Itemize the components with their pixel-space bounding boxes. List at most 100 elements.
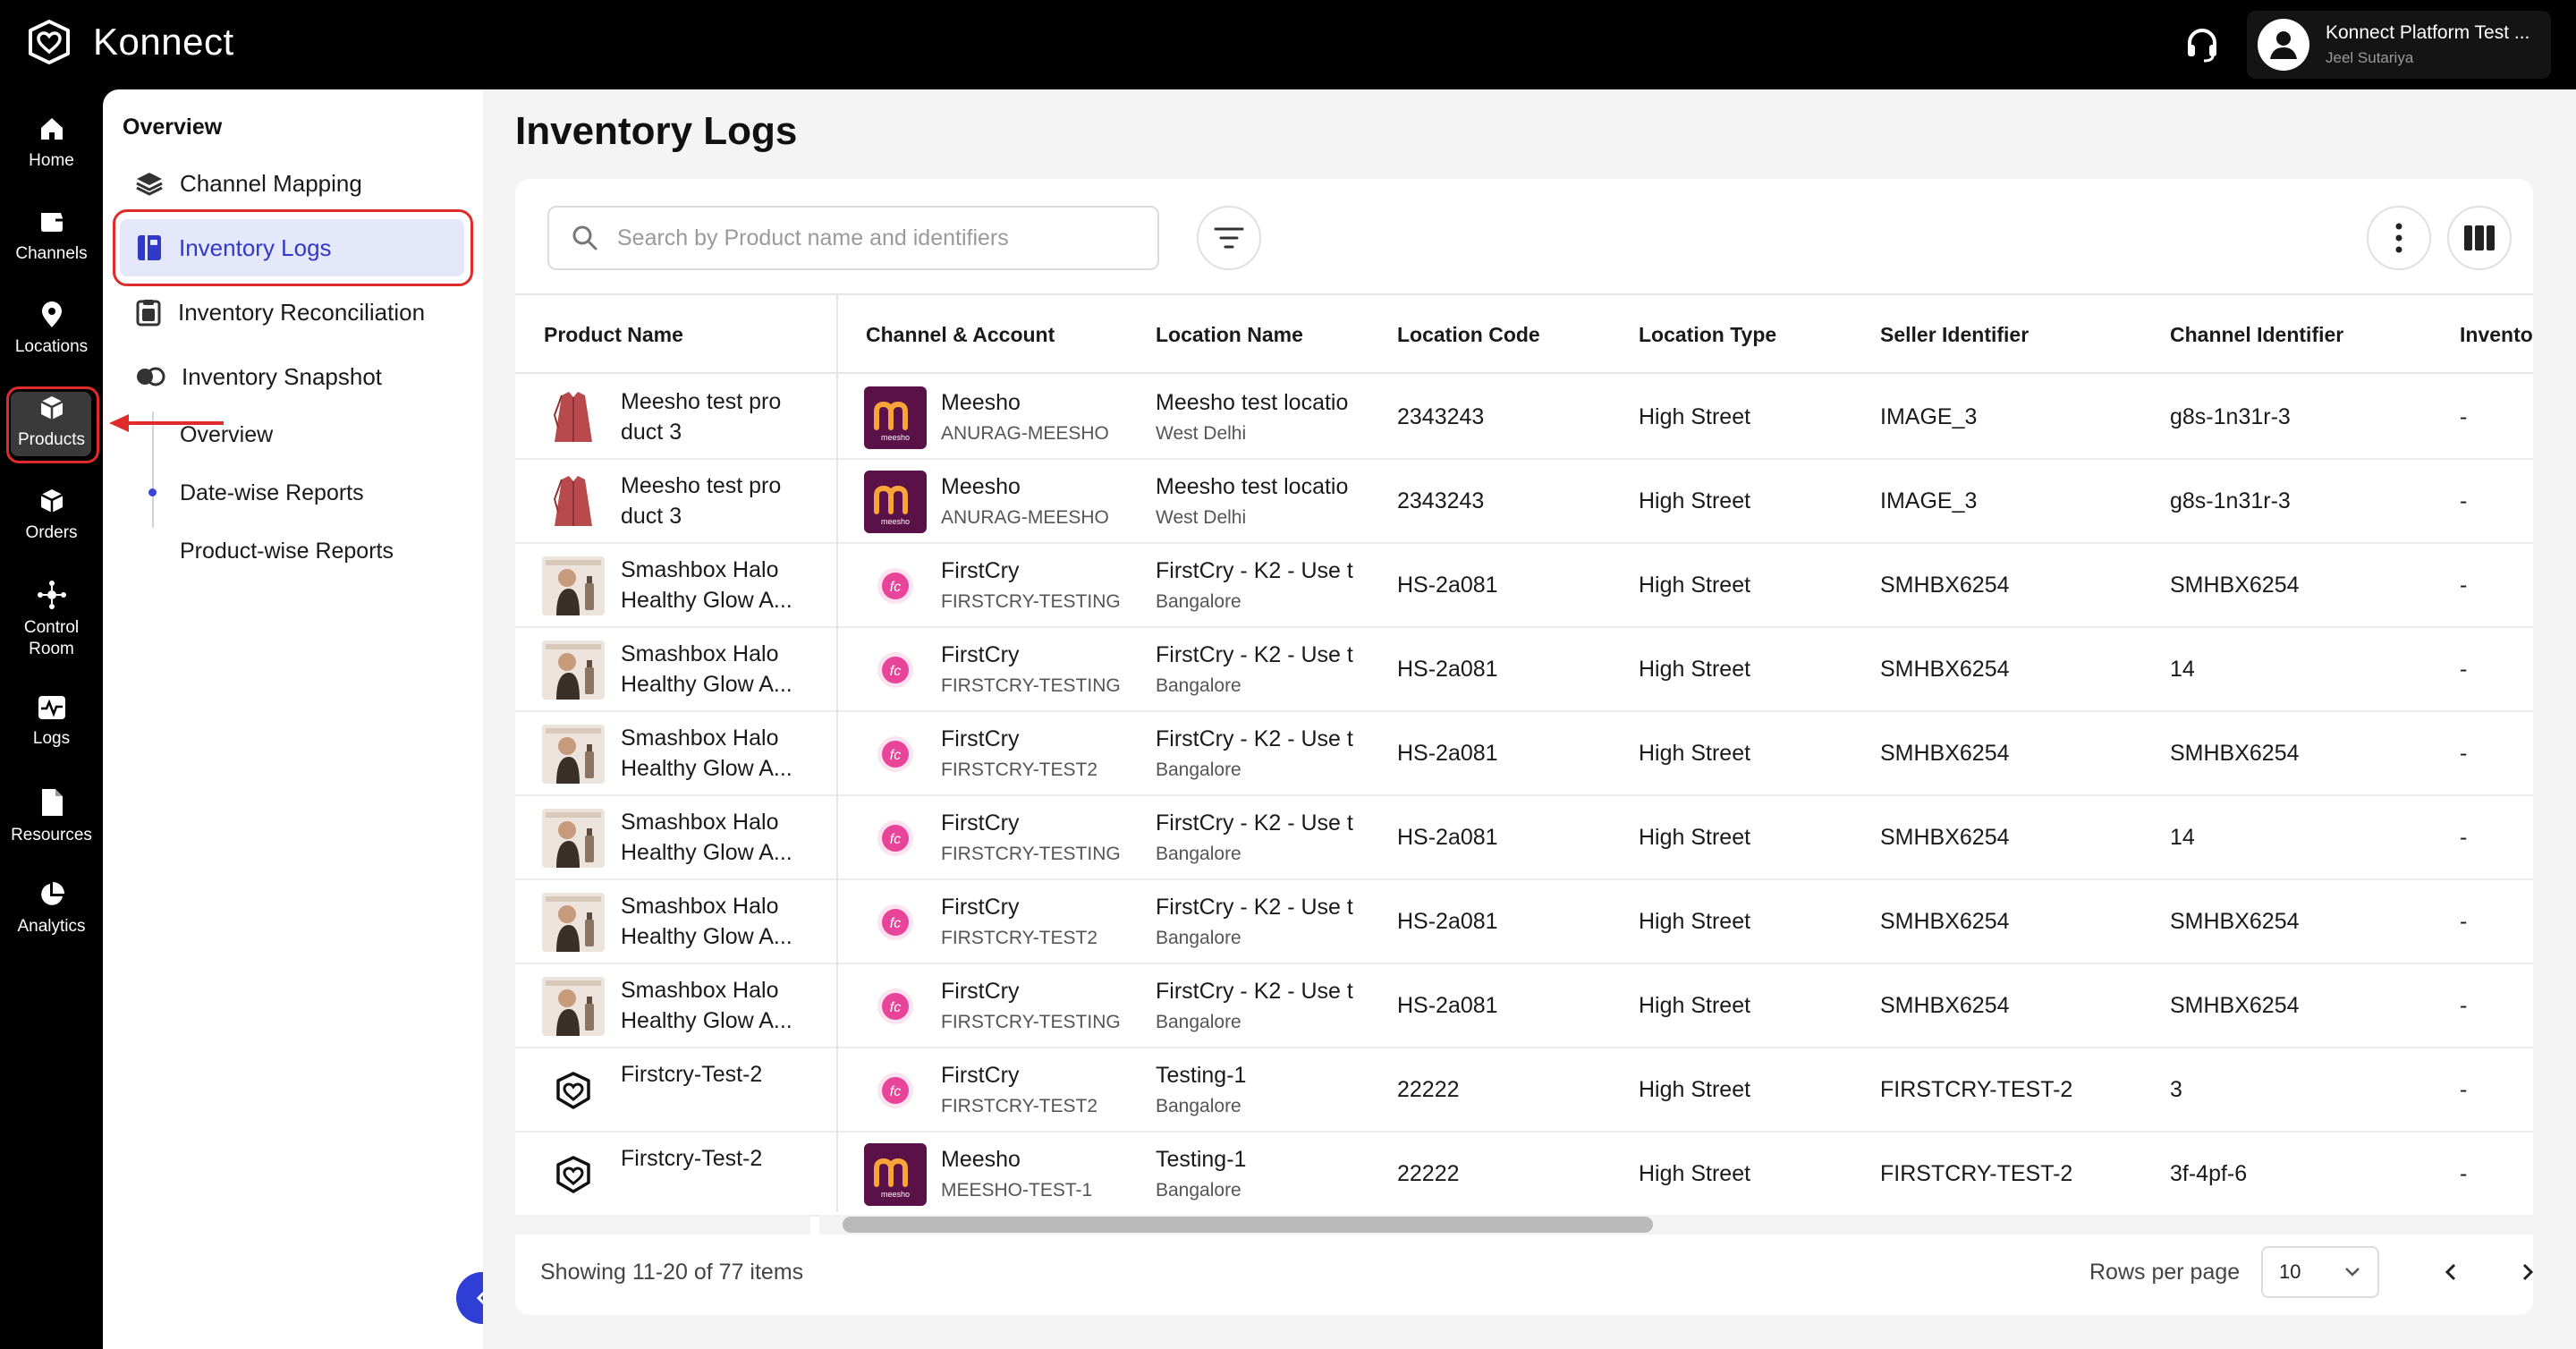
table-row[interactable]: Smashbox Halo Healthy Glow A... fc FirstCr… — [515, 628, 2533, 712]
layers-icon — [136, 173, 163, 196]
rail-item-locations[interactable]: Locations — [0, 301, 103, 358]
product-thumbnail — [542, 725, 605, 784]
sticky-column-divider — [836, 293, 838, 1212]
location-name: FirstCry - K2 - Use t — [1156, 726, 1353, 751]
rail-item-resources[interactable]: Resources — [0, 787, 103, 846]
table-row[interactable]: Firstcry-Test-2 fc FirstCry FIRSTCRY-TEST2 T… — [515, 1048, 2533, 1133]
column-header-location-name[interactable]: Location Name — [1156, 295, 1379, 374]
search-box[interactable] — [547, 206, 1159, 270]
rail-item-logs[interactable]: Logs — [0, 694, 103, 750]
main-content: Inventory Logs Product Name Channel & Ac… — [483, 89, 2576, 1349]
subnav-title: Overview — [123, 115, 223, 140]
product-name[interactable]: Firstcry-Test-2 — [621, 1143, 828, 1174]
product-thumbnail — [542, 809, 605, 868]
product-name[interactable]: Firstcry-Test-2 — [621, 1059, 828, 1090]
location-city: Bangalore — [1156, 1012, 1241, 1032]
rail-item-home[interactable]: Home — [0, 115, 103, 172]
column-header-product-name[interactable]: Product Name — [544, 295, 812, 374]
snapshot-icon — [137, 367, 165, 386]
search-input[interactable] — [617, 225, 1136, 251]
product-name[interactable]: Smashbox Halo Healthy Glow A... — [621, 975, 828, 1036]
inventory-logs-annotation-highlight — [113, 209, 473, 286]
account-name: FIRSTCRY-TESTING — [941, 1012, 1121, 1032]
account-name: FIRSTCRY-TESTING — [941, 591, 1121, 612]
subnav-item-inventory-reconciliation[interactable]: Inventory Reconciliation — [103, 284, 425, 341]
rows-per-page-value: 10 — [2279, 1260, 2301, 1283]
location-city: Bangalore — [1156, 928, 1241, 948]
columns-button[interactable] — [2447, 206, 2512, 270]
product-name[interactable]: Meesho test pro duct 3 — [621, 386, 828, 447]
rail-item-control-room[interactable]: Control Room — [0, 580, 103, 660]
inventory-value: - — [2460, 488, 2468, 513]
table-row[interactable]: Smashbox Halo Healthy Glow A... fc FirstCr… — [515, 880, 2533, 964]
rail-item-analytics[interactable]: Analytics — [0, 880, 103, 938]
table-row[interactable]: Smashbox Halo Healthy Glow A... fc FirstCr… — [515, 796, 2533, 880]
rows-per-page-label: Rows per page — [2089, 1260, 2241, 1285]
column-header-location-type[interactable]: Location Type — [1639, 295, 1862, 374]
location-pin-icon — [41, 301, 62, 327]
meesho-logo-icon: meesho — [864, 471, 927, 533]
table-row[interactable]: Smashbox Halo Healthy Glow A... fc FirstCr… — [515, 544, 2533, 628]
channel-name: FirstCry — [941, 726, 1020, 751]
next-page-button[interactable] — [2508, 1252, 2533, 1292]
channel-identifier: g8s-1n31r-3 — [2170, 488, 2291, 513]
rail-item-channels[interactable]: Channels — [0, 208, 103, 265]
firstcry-logo-icon: fc — [864, 639, 927, 701]
product-name[interactable]: Smashbox Halo Healthy Glow A... — [621, 639, 828, 700]
account-switcher[interactable]: Konnect Platform Test ... Jeel Sutariya — [2247, 11, 2551, 79]
subnav-item-inventory-snapshot[interactable]: Inventory Snapshot — [103, 348, 382, 405]
logs-icon — [38, 696, 65, 719]
table-row[interactable]: Smashbox Halo Healthy Glow A... fc FirstCr… — [515, 964, 2533, 1048]
control-room-icon — [37, 581, 66, 609]
location-type: High Street — [1639, 1160, 1751, 1186]
table-row[interactable]: Meesho test pro duct 3 meesho Meesho ANURAG… — [515, 460, 2533, 544]
inventory-value: - — [2460, 403, 2468, 429]
product-name[interactable]: Meesho test pro duct 3 — [621, 471, 828, 531]
horizontal-scrollbar-thumb[interactable] — [843, 1217, 1653, 1233]
column-header-location-code[interactable]: Location Code — [1397, 295, 1621, 374]
location-name: FirstCry - K2 - Use t — [1156, 642, 1353, 667]
table-row[interactable]: Firstcry-Test-2 meesho Meesho MEESHO-TEST-1… — [515, 1133, 2533, 1217]
product-name[interactable]: Smashbox Halo Healthy Glow A... — [621, 723, 828, 784]
table-row[interactable]: Smashbox Halo Healthy Glow A... fc FirstCr… — [515, 712, 2533, 796]
inventory-value: - — [2460, 824, 2468, 850]
column-header-channel-account[interactable]: Channel & Account — [866, 295, 1134, 374]
filter-button[interactable] — [1197, 206, 1261, 270]
rail-item-products[interactable]: Products — [0, 394, 103, 451]
account-name: Konnect Platform Test ... — [2326, 22, 2530, 43]
product-name[interactable]: Smashbox Halo Healthy Glow A... — [621, 555, 828, 615]
location-code: 2343243 — [1397, 403, 1485, 429]
tree-dot — [148, 488, 157, 496]
channel-identifier: 3 — [2170, 1076, 2182, 1102]
column-header-inventory[interactable]: Inventor — [2460, 295, 2533, 374]
secondary-nav: Overview Channel Mapping Inventory Logs … — [103, 89, 508, 1349]
support-headset-icon[interactable] — [2182, 25, 2222, 69]
rows-per-page-select[interactable]: 10 — [2261, 1246, 2379, 1298]
more-options-button[interactable] — [2367, 206, 2431, 270]
svg-text:meesho: meesho — [881, 517, 910, 526]
channel-name: FirstCry — [941, 979, 1020, 1004]
rail-item-orders[interactable]: Orders — [0, 487, 103, 544]
more-vertical-icon — [2395, 223, 2402, 253]
subnav-child-date-wise-reports[interactable]: Date-wise Reports — [180, 480, 364, 506]
location-city: Bangalore — [1156, 844, 1241, 864]
inventory-value: - — [2460, 740, 2468, 766]
brand[interactable]: Konnect — [25, 18, 234, 66]
meesho-logo-icon: meesho — [864, 1143, 927, 1206]
subnav-item-channel-mapping[interactable]: Channel Mapping — [103, 155, 362, 212]
chevron-right-icon — [2522, 1263, 2533, 1281]
location-city: Bangalore — [1156, 759, 1241, 780]
location-name: Meesho test locatio — [1156, 390, 1349, 415]
product-name[interactable]: Smashbox Halo Healthy Glow A... — [621, 891, 828, 952]
account-name: ANURAG-MEESHO — [941, 507, 1109, 528]
previous-page-button[interactable] — [2431, 1252, 2470, 1292]
account-user: Jeel Sutariya — [2326, 49, 2414, 66]
column-header-channel-identifier[interactable]: Channel Identifier — [2170, 295, 2438, 374]
location-city: West Delhi — [1156, 423, 1247, 444]
svg-text:fc: fc — [890, 748, 901, 763]
column-header-seller-identifier[interactable]: Seller Identifier — [1880, 295, 2148, 374]
product-name[interactable]: Smashbox Halo Healthy Glow A... — [621, 807, 828, 868]
location-city: Bangalore — [1156, 1096, 1241, 1116]
table-row[interactable]: Meesho test pro duct 3 meesho Meesho ANURAG… — [515, 376, 2533, 460]
subnav-child-product-wise-reports[interactable]: Product-wise Reports — [180, 539, 394, 564]
